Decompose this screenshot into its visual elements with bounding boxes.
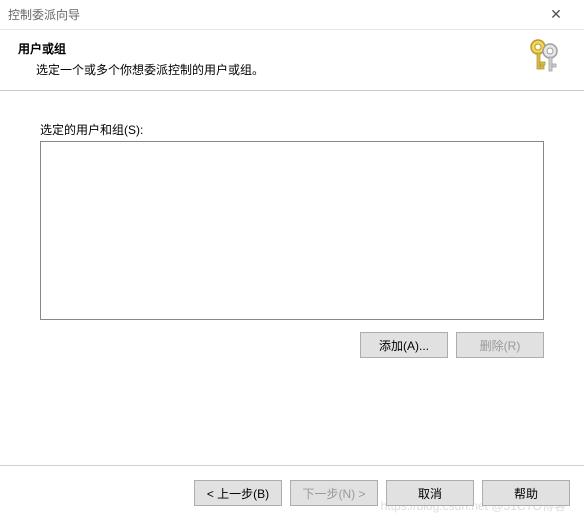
footer-separator bbox=[0, 465, 584, 466]
close-icon: ✕ bbox=[550, 6, 562, 23]
remove-button: 删除(R) bbox=[456, 332, 544, 358]
add-button[interactable]: 添加(A)... bbox=[360, 332, 448, 358]
list-buttons-row: 添加(A)... 删除(R) bbox=[40, 332, 544, 358]
close-button[interactable]: ✕ bbox=[536, 0, 576, 30]
back-button[interactable]: < 上一步(B) bbox=[194, 480, 282, 506]
wizard-header: 用户或组 选定一个或多个你想委派控制的用户或组。 bbox=[0, 30, 584, 91]
selected-users-listbox[interactable] bbox=[40, 141, 544, 320]
page-heading: 用户或组 bbox=[18, 40, 572, 57]
titlebar: 控制委派向导 ✕ bbox=[0, 0, 584, 30]
wizard-footer: < 上一步(B) 下一步(N) > 取消 帮助 bbox=[194, 480, 570, 506]
keys-icon bbox=[524, 36, 566, 81]
help-button[interactable]: 帮助 bbox=[482, 480, 570, 506]
next-button: 下一步(N) > bbox=[290, 480, 378, 506]
window-title: 控制委派向导 bbox=[8, 6, 536, 23]
page-subtitle: 选定一个或多个你想委派控制的用户或组。 bbox=[36, 61, 572, 78]
listbox-label: 选定的用户和组(S): bbox=[40, 121, 544, 138]
cancel-button[interactable]: 取消 bbox=[386, 480, 474, 506]
main-content: 选定的用户和组(S): 添加(A)... 删除(R) bbox=[0, 91, 584, 368]
